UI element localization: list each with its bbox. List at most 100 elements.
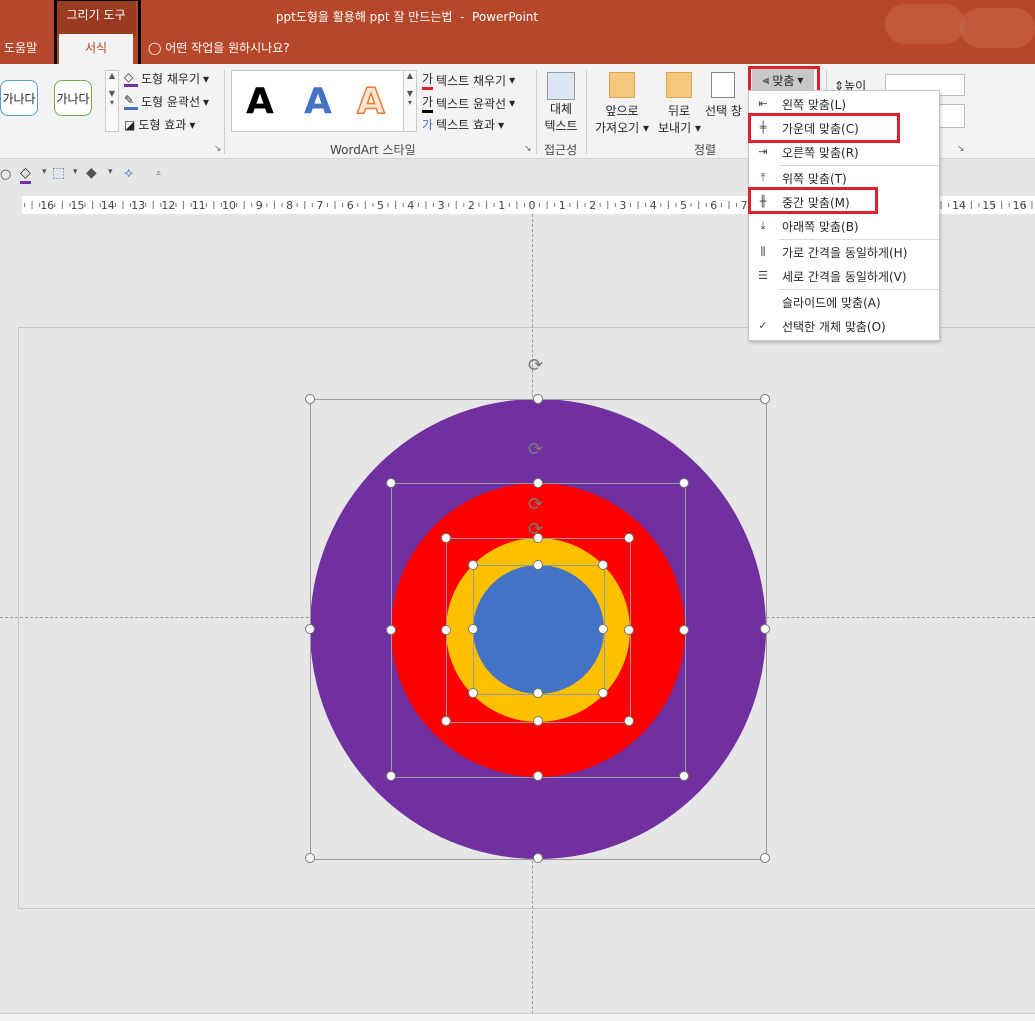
- ruler-number: 2: [468, 199, 475, 212]
- resize-handle[interactable]: [679, 624, 689, 635]
- resize-handle[interactable]: [532, 853, 543, 863]
- resize-handle[interactable]: [305, 623, 315, 634]
- shape-style-text: 가나다: [56, 91, 90, 106]
- dialog-launcher-icon[interactable]: ↘: [214, 144, 222, 154]
- resize-handle[interactable]: [624, 533, 634, 543]
- text-fill-button[interactable]: 가 텍스트 채우기 ▾: [422, 70, 515, 90]
- resize-handle[interactable]: [532, 478, 543, 488]
- resize-handle[interactable]: [679, 478, 689, 488]
- selection-box-blue: [473, 565, 605, 695]
- customize-arrow-icon[interactable]: ⩡: [156, 169, 161, 179]
- resize-handle[interactable]: [532, 771, 543, 781]
- resize-handle[interactable]: [468, 560, 478, 570]
- shape-style-preset-2[interactable]: 가나다: [54, 80, 92, 116]
- shape-effects-icon: ◪: [124, 117, 136, 132]
- resize-handle[interactable]: [532, 394, 543, 404]
- fill-bucket-icon[interactable]: ◇: [20, 165, 31, 184]
- text-outline-label: 텍스트 윤곽선: [436, 96, 507, 111]
- shape-select-icon[interactable]: ⟡: [124, 165, 133, 181]
- resize-handle[interactable]: [598, 688, 608, 698]
- resize-handle[interactable]: [598, 624, 608, 634]
- resize-handle[interactable]: [468, 688, 478, 698]
- resize-handle[interactable]: [533, 688, 543, 698]
- ruler-number: 9: [256, 199, 263, 212]
- send-backward-label-2: 보내기 ▾: [658, 121, 701, 135]
- bring-forward-button[interactable]: 앞으로 가져오기 ▾: [593, 72, 651, 136]
- dialog-launcher-icon[interactable]: ↘: [957, 144, 965, 154]
- menu-item-label: 세로 간격을 동일하게(V): [782, 270, 907, 284]
- resize-handle[interactable]: [305, 394, 315, 404]
- wordart-gallery[interactable]: A A A: [231, 70, 406, 132]
- shape-fill-button[interactable]: ◇ 도형 채우기 ▾: [124, 70, 209, 87]
- resize-handle[interactable]: [441, 624, 451, 635]
- rotate-handle-icon[interactable]: ⟳: [528, 439, 543, 460]
- distribute-horizontal-icon: ⫼: [760, 245, 766, 258]
- wordart-style-blue[interactable]: A: [304, 81, 332, 122]
- ruler-number: 2: [589, 199, 596, 212]
- dropdown-arrow-icon: ▾: [203, 94, 210, 109]
- text-effects-icon: 가: [422, 118, 434, 132]
- resize-handle[interactable]: [305, 853, 315, 863]
- chevron-down-icon[interactable]: ▾: [108, 167, 113, 177]
- align-right-icon: ⇥: [758, 145, 768, 158]
- shape-outline-button[interactable]: ✎ 도형 윤곽선 ▾: [124, 93, 209, 110]
- send-backward-button[interactable]: 뒤로 보내기 ▾: [658, 72, 701, 136]
- dialog-launcher-icon[interactable]: ↘: [524, 144, 532, 154]
- rotate-handle-icon[interactable]: ⟳: [528, 355, 543, 376]
- wordart-group-label: WordArt 스타일: [330, 143, 416, 157]
- text-effects-button[interactable]: 가 텍스트 효과 ▾: [422, 116, 504, 133]
- outline-dashed-icon[interactable]: ⬚: [52, 165, 65, 181]
- resize-handle[interactable]: [532, 533, 543, 543]
- ruler-number: 8: [286, 199, 293, 212]
- resize-handle[interactable]: [598, 560, 608, 570]
- resize-handle[interactable]: [386, 478, 396, 488]
- ruler-number: 12: [161, 199, 175, 212]
- rotate-handle-icon[interactable]: ⟳: [528, 494, 543, 515]
- tell-me-text: 어떤 작업을 원하시나요?: [165, 41, 290, 55]
- chevron-down-icon[interactable]: ▾: [42, 167, 47, 177]
- ruler-number: 1: [559, 199, 566, 212]
- tell-me-search[interactable]: ◯ 어떤 작업을 원하시나요?: [148, 39, 290, 56]
- ruler-number: 11: [192, 199, 206, 212]
- menu-item-align-bottom[interactable]: ⤓ 아래쪽 맞춤(B): [749, 214, 939, 238]
- text-fill-label: 텍스트 채우기: [436, 73, 507, 88]
- resize-handle[interactable]: [760, 853, 770, 863]
- resize-handle[interactable]: [441, 716, 451, 726]
- resize-handle[interactable]: [468, 624, 478, 634]
- menu-item-align-selected-objects[interactable]: ✓ 선택한 개체 맞춤(O): [749, 314, 939, 338]
- resize-handle[interactable]: [624, 624, 634, 635]
- wordart-gallery-scroll[interactable]: ▲ ▼ ▾: [403, 70, 417, 132]
- resize-handle[interactable]: [441, 533, 451, 543]
- shape-effects-button[interactable]: ◪ 도형 효과 ▾: [124, 116, 195, 133]
- tab-help[interactable]: 도움말: [4, 39, 37, 56]
- resize-handle[interactable]: [760, 394, 770, 404]
- resize-handle[interactable]: [386, 771, 396, 781]
- text-outline-button[interactable]: 가 텍스트 윤곽선 ▾: [422, 93, 515, 113]
- title-bar: ppt도형을 활용해 ppt 잘 만드는법 - PowerPoint 그리기 도…: [0, 0, 1035, 65]
- resize-handle[interactable]: [532, 716, 543, 726]
- shape-style-scroll[interactable]: ▲ ▼ ▾: [105, 70, 119, 132]
- group-separator: [224, 70, 225, 154]
- menu-item-distribute-vertical[interactable]: ☰ 세로 간격을 동일하게(V): [749, 264, 939, 288]
- resize-handle[interactable]: [624, 716, 634, 726]
- chevron-down-icon[interactable]: ▾: [73, 167, 78, 177]
- menu-item-align-to-slide[interactable]: 슬라이드에 맞춤(A): [749, 290, 939, 314]
- resize-handle[interactable]: [533, 560, 543, 570]
- resize-handle[interactable]: [386, 624, 396, 635]
- resize-handle[interactable]: [760, 623, 770, 634]
- eraser-icon[interactable]: ◆: [86, 165, 97, 181]
- menu-item-label: 가로 간격을 동일하게(H): [782, 246, 908, 260]
- shape-style-preset-1[interactable]: 가나다: [0, 80, 38, 116]
- wordart-style-orange-outline[interactable]: A: [356, 80, 385, 123]
- menu-item-align-right[interactable]: ⇥ 오른쪽 맞춤(R): [749, 140, 939, 164]
- wordart-style-black[interactable]: A: [246, 81, 274, 122]
- send-backward-text: 보내기: [658, 121, 692, 135]
- resize-handle[interactable]: [679, 771, 689, 781]
- selection-pane-button[interactable]: 선택 창: [705, 72, 745, 119]
- shape-outline-quick-icon[interactable]: ○: [0, 167, 11, 182]
- ruler-number: 15: [71, 199, 85, 212]
- lightbulb-icon: ◯: [148, 41, 162, 55]
- alt-text-button[interactable]: 대체 텍스트: [543, 72, 579, 133]
- align-left-icon: ⇤: [758, 97, 768, 110]
- menu-item-distribute-horizontal[interactable]: ⫼ 가로 간격을 동일하게(H): [749, 240, 939, 264]
